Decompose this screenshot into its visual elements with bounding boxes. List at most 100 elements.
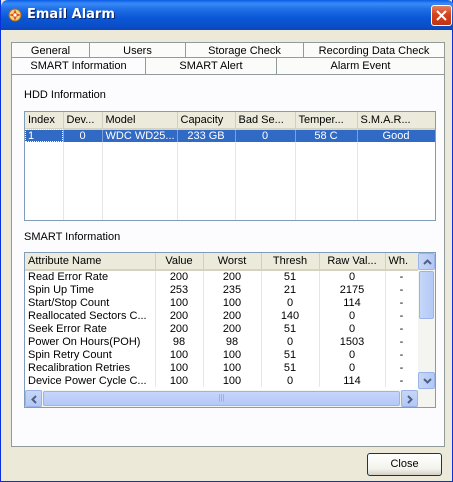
column-header-capacity[interactable]: Capacity [177, 112, 236, 130]
column-header-index[interactable]: Index [25, 112, 64, 130]
hdd-cell-device: 0 [63, 129, 103, 142]
smart-cell-worst: 100 [203, 348, 262, 361]
smart-cell-attribute-name: Device Power Cycle C... [25, 374, 156, 387]
table-row [25, 207, 435, 220]
table-row[interactable]: Recalibration Retries 100 100 51 0- [25, 361, 419, 374]
column-header-model[interactable]: Model [102, 112, 178, 130]
hdd-information-label: HDD Information [24, 89, 106, 101]
smart-cell-raw-value: 1503 [319, 335, 386, 348]
tab-smart-information[interactable]: SMART Information [11, 57, 145, 74]
table-row[interactable]: Device Power Cycle C... 100 100 0 114- [25, 374, 419, 387]
column-header-thresh[interactable]: Thresh [261, 253, 320, 271]
table-row[interactable]: Reallocated Sectors C... 200 200 140 0- [25, 309, 419, 322]
smart-cell-when-failed: - [385, 348, 419, 361]
scroll-right-button[interactable] [401, 390, 418, 407]
column-header-bad-sectors[interactable]: Bad Se... [235, 112, 296, 130]
smart-cell-thresh: 51 [261, 348, 320, 361]
table-row[interactable]: Read Error Rate 200 200 51 0- [25, 270, 419, 283]
table-row [25, 142, 435, 155]
smart-cell-raw-value: 2175 [319, 283, 386, 296]
chevron-up-icon [423, 259, 432, 265]
column-header-raw-value[interactable]: Raw Val... [319, 253, 386, 271]
smart-cell-thresh: 51 [261, 270, 320, 283]
smart-cell-attribute-name: Spin Up Time [25, 283, 156, 296]
smart-cell-thresh: 0 [261, 335, 320, 348]
column-header-when-failed[interactable]: Wh. [385, 253, 419, 271]
close-icon [436, 10, 447, 21]
hdd-cell-smart-status: Good [357, 129, 435, 142]
hdd-information-list[interactable]: Index Dev... Model Capacity Bad Se... Te… [24, 111, 436, 221]
column-header-smart-status[interactable]: S.M.A.R... [357, 112, 435, 130]
table-row[interactable]: Seek Error Rate 200 200 51 0- [25, 322, 419, 335]
table-row[interactable]: Power On Hours(POH) 98 98 0 1503- [25, 335, 419, 348]
smart-cell-raw-value: 0 [319, 348, 386, 361]
hdd-header-row: Index Dev... Model Capacity Bad Se... Te… [25, 112, 435, 130]
hdd-table: Index Dev... Model Capacity Bad Se... Te… [25, 112, 435, 220]
smart-cell-value: 98 [155, 335, 204, 348]
smart-header-row: Attribute Name Value Worst Thresh Raw Va… [25, 253, 419, 271]
smart-cell-worst: 200 [203, 322, 262, 335]
scroll-up-button[interactable] [418, 253, 435, 270]
hdd-cell-model: WDC WD25... [102, 129, 178, 142]
tab-smart-alert[interactable]: SMART Alert [145, 57, 276, 74]
smart-cell-value: 253 [155, 283, 204, 296]
smart-cell-attribute-name: Recalibration Retries [25, 361, 156, 374]
smart-cell-worst: 98 [203, 335, 262, 348]
column-header-attribute-name[interactable]: Attribute Name [25, 253, 156, 271]
hdd-cell-temperature: 58 C [295, 129, 358, 142]
smart-cell-value: 100 [155, 361, 204, 374]
chevron-right-icon [407, 395, 413, 404]
smart-cell-value: 200 [155, 322, 204, 335]
table-row[interactable]: Spin Up Time 253 235 21 2175- [25, 283, 419, 296]
alarm-icon [7, 7, 23, 23]
title-bar[interactable]: Email Alarm [1, 0, 453, 30]
hdd-cell-index: 1 [25, 129, 64, 142]
smart-cell-value: 100 [155, 348, 204, 361]
close-button[interactable]: Close [367, 453, 442, 476]
smart-cell-worst: 100 [203, 296, 262, 309]
smart-vertical-scrollbar[interactable] [418, 253, 435, 407]
smart-cell-thresh: 140 [261, 309, 320, 322]
column-header-temperature[interactable]: Temper... [295, 112, 358, 130]
smart-cell-attribute-name: Spin Retry Count [25, 348, 156, 361]
smart-cell-worst: 100 [203, 374, 262, 387]
scroll-left-button[interactable] [25, 390, 42, 407]
smart-cell-raw-value: 0 [319, 322, 386, 335]
table-row [25, 155, 435, 168]
smart-cell-when-failed: - [385, 296, 419, 309]
smart-information-panel: HDD Information Index Dev... Model Capac… [11, 74, 445, 447]
smart-cell-thresh: 51 [261, 361, 320, 374]
smart-horizontal-scrollbar[interactable]: ||| [25, 390, 435, 407]
table-row [25, 194, 435, 207]
smart-cell-when-failed: - [385, 309, 419, 322]
dialog-body: General Users Storage Check Recording Da… [11, 30, 445, 450]
smart-cell-worst: 200 [203, 270, 262, 283]
smart-cell-when-failed: - [385, 374, 419, 387]
vertical-scroll-thumb[interactable] [419, 271, 434, 319]
smart-cell-value: 100 [155, 296, 204, 309]
smart-cell-when-failed: - [385, 361, 419, 374]
smart-cell-worst: 235 [203, 283, 262, 296]
tab-alarm-event[interactable]: Alarm Event [276, 57, 445, 74]
table-row [25, 168, 435, 181]
smart-cell-attribute-name: Power On Hours(POH) [25, 335, 156, 348]
smart-cell-when-failed: - [385, 335, 419, 348]
chevron-left-icon [31, 395, 37, 404]
column-header-device[interactable]: Dev... [63, 112, 103, 130]
column-header-value[interactable]: Value [155, 253, 204, 271]
smart-cell-when-failed: - [385, 270, 419, 283]
smart-table: Attribute Name Value Worst Thresh Raw Va… [25, 253, 419, 387]
smart-cell-when-failed: - [385, 283, 419, 296]
table-row[interactable]: 1 0 WDC WD25... 233 GB 0 58 C Good [25, 129, 435, 142]
scroll-down-button[interactable] [418, 372, 435, 389]
smart-cell-raw-value: 0 [319, 270, 386, 283]
table-row[interactable]: Spin Retry Count 100 100 51 0- [25, 348, 419, 361]
smart-cell-attribute-name: Seek Error Rate [25, 322, 156, 335]
smart-cell-raw-value: 0 [319, 361, 386, 374]
horizontal-scroll-thumb[interactable]: ||| [43, 391, 400, 406]
column-header-worst[interactable]: Worst [203, 253, 262, 271]
close-window-button[interactable] [431, 5, 452, 26]
table-row[interactable]: Start/Stop Count 100 100 0 114- [25, 296, 419, 309]
smart-cell-value: 200 [155, 270, 204, 283]
smart-attributes-list[interactable]: Attribute Name Value Worst Thresh Raw Va… [24, 252, 436, 408]
